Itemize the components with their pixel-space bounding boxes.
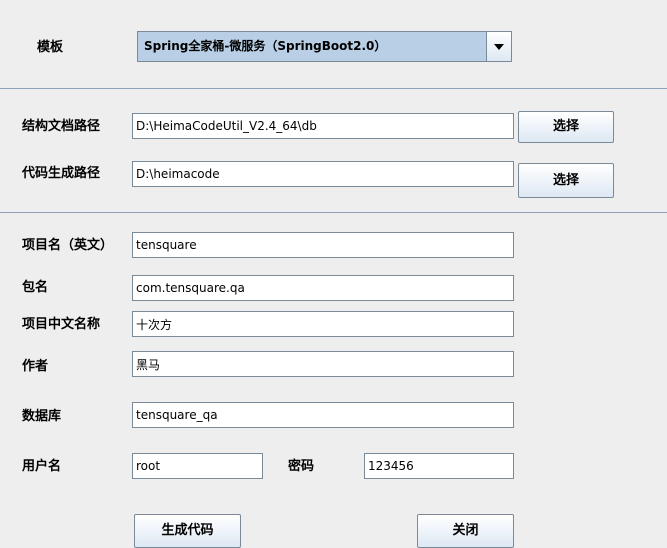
output-path-choose-button[interactable]: 选择: [518, 163, 614, 198]
separator-middle: [0, 212, 667, 213]
password-input[interactable]: [364, 453, 514, 479]
structure-path-choose-button[interactable]: 选择: [518, 111, 614, 143]
close-button[interactable]: 关闭: [417, 514, 514, 548]
chevron-down-icon: [494, 44, 504, 50]
username-label: 用户名: [22, 459, 62, 474]
project-name-cn-label: 项目中文名称: [22, 317, 101, 332]
author-label: 作者: [22, 359, 49, 374]
output-path-input[interactable]: [132, 161, 514, 187]
project-name-cn-input[interactable]: [132, 311, 514, 337]
template-select[interactable]: Spring全家桶-微服务（SpringBoot2.0）: [137, 31, 512, 62]
dropdown-arrow-button[interactable]: [486, 32, 511, 61]
output-path-label: 代码生成路径: [22, 166, 101, 181]
package-name-label: 包名: [22, 280, 49, 295]
password-label: 密码: [288, 459, 315, 474]
generate-code-button[interactable]: 生成代码: [134, 514, 241, 548]
template-label: 模板: [37, 40, 64, 55]
separator-top: [0, 88, 667, 89]
project-name-en-label: 项目名（英文）: [22, 238, 114, 253]
author-input[interactable]: [132, 351, 514, 377]
structure-path-label: 结构文档路径: [22, 119, 101, 134]
template-selected-value: Spring全家桶-微服务（SpringBoot2.0）: [144, 39, 387, 53]
database-label: 数据库: [22, 409, 62, 424]
database-input[interactable]: [132, 402, 514, 428]
project-name-en-input[interactable]: [132, 232, 514, 258]
package-name-input[interactable]: [132, 275, 514, 301]
structure-path-input[interactable]: [132, 113, 514, 139]
username-input[interactable]: [132, 453, 263, 479]
